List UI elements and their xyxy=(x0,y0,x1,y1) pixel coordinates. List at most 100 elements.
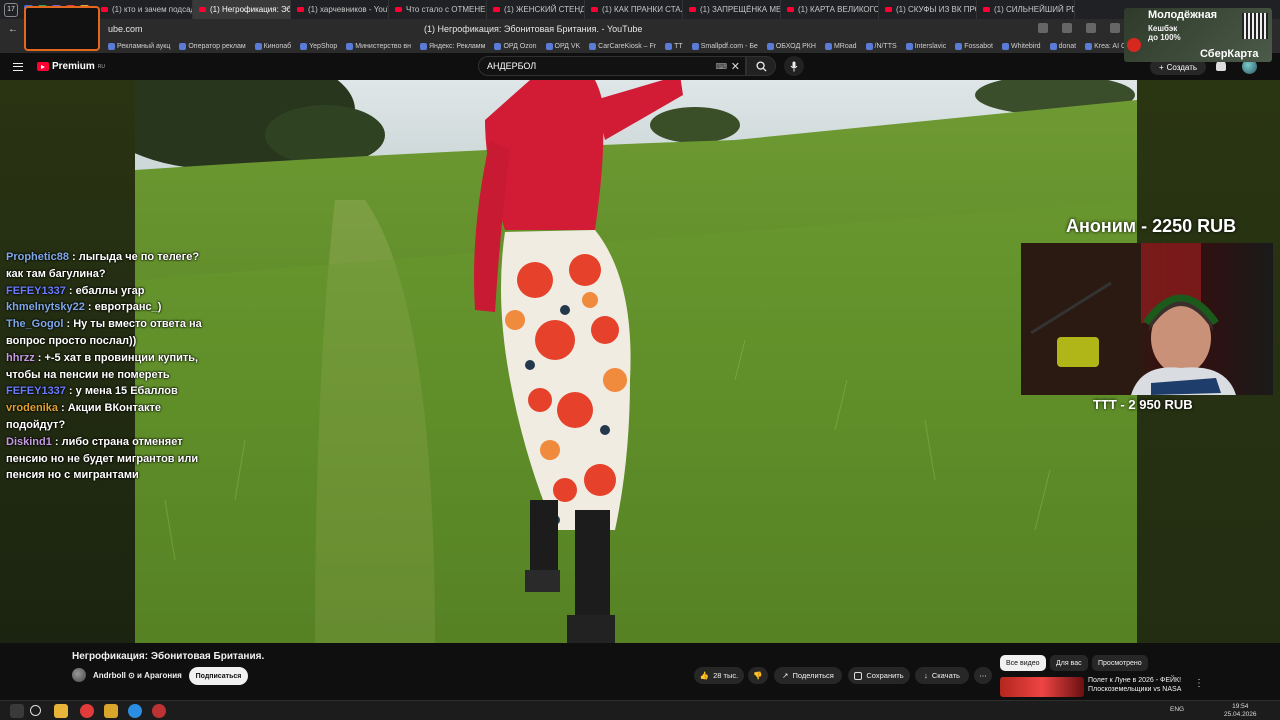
chat-username: Prophetic88 xyxy=(6,251,69,263)
bookmark-item[interactable]: ОРД VK xyxy=(545,42,580,50)
search-value: АНДЕРБОЛ xyxy=(487,61,537,71)
app-icon[interactable] xyxy=(104,704,118,718)
url-field[interactable]: ube.com xyxy=(108,24,143,34)
telegram-icon[interactable] xyxy=(128,704,142,718)
recommendation-title[interactable]: Полет к Луне в 2026 - ФЕЙК! Плоскоземель… xyxy=(1088,676,1188,694)
browser-tab-strip: 17 (1) кто и зачем подсадил×(1) Негрофик… xyxy=(0,0,1280,19)
yandex-browser-icon[interactable] xyxy=(80,704,94,718)
bookmark-label: Interslavic xyxy=(914,42,947,50)
bookmark-label: Рекламный аукц xyxy=(117,42,171,50)
browser-toolbar-icons xyxy=(1038,23,1120,33)
channel-name[interactable]: Andrboll ⊙ и Арагония xyxy=(93,671,182,680)
clock-time: 19:54 xyxy=(1232,703,1249,710)
voice-search-button[interactable] xyxy=(784,56,804,76)
browser-tab[interactable]: (1) ЖЕНСКИЙ СТЕНДАП× xyxy=(487,0,585,19)
extension-icon[interactable] xyxy=(1086,23,1096,33)
channel-avatar[interactable] xyxy=(72,668,86,682)
bookmark-label: Кинопаб xyxy=(263,42,292,50)
extension-icon[interactable] xyxy=(1110,23,1120,33)
search-input[interactable]: АНДЕРБОЛ ⌨ ✕ xyxy=(478,56,746,76)
video-player[interactable] xyxy=(135,80,1137,643)
bookmark-item[interactable]: /N/TTS xyxy=(865,42,897,50)
create-label: Создать xyxy=(1166,62,1198,72)
bookmark-item[interactable]: TT xyxy=(665,42,683,50)
save-label: Сохранить xyxy=(866,671,904,680)
browser-tab[interactable]: Что стало с ОТМЕНЕН× xyxy=(389,0,487,19)
webcam-frame xyxy=(1021,243,1236,395)
bookmark-item[interactable]: Fossabot xyxy=(955,42,993,50)
bookmark-item[interactable]: ОРД Ozon xyxy=(494,42,537,50)
bookmark-item[interactable]: Рекламный аукц xyxy=(108,42,171,50)
download-button[interactable]: ↓ Скачать xyxy=(915,667,969,684)
bookmark-item[interactable]: donat xyxy=(1049,42,1076,50)
thumbs-down-icon: 👎 xyxy=(753,671,763,680)
browser-tab[interactable]: (1) ЗАПРЕЩЁНКА МЕСС× xyxy=(683,0,781,19)
clear-search-icon[interactable]: ✕ xyxy=(731,60,740,73)
browser-tab[interactable]: (1) КАК ПРАНКИ СТАЛИ× xyxy=(585,0,683,19)
bookmark-favicon-icon xyxy=(1049,42,1057,50)
tab-counter[interactable]: 17 xyxy=(4,2,18,17)
bookmark-item[interactable]: Whitebird xyxy=(1002,42,1041,50)
tray-language[interactable]: ENG xyxy=(1170,706,1184,713)
chip-watched[interactable]: Просмотрено xyxy=(1092,655,1148,671)
recommendation-menu-icon[interactable]: ⋮ xyxy=(1194,678,1204,689)
bookmark-item[interactable]: ОБХОД РКН xyxy=(766,42,816,50)
recommendation-thumbnail[interactable] xyxy=(1000,677,1084,697)
obs-icon[interactable] xyxy=(152,704,166,718)
browser-tab[interactable]: (1) КАРТА ВЕЛИКОГО П× xyxy=(781,0,879,19)
dislike-button[interactable]: 👎 xyxy=(748,667,768,684)
ad-line: Кешбэк xyxy=(1148,24,1178,33)
bookmark-label: Smallpdf.com - Бе xyxy=(700,42,758,50)
like-button[interactable]: 👍 28 тыс. xyxy=(694,667,744,684)
file-explorer-icon[interactable] xyxy=(54,704,68,718)
streamer-webcam xyxy=(1021,243,1273,395)
browser-tab[interactable]: (1) харчевников - YouTub× xyxy=(291,0,389,19)
search-button[interactable] xyxy=(746,56,776,76)
bookmark-favicon-icon xyxy=(905,42,913,50)
keyboard-icon[interactable]: ⌨ xyxy=(715,62,727,71)
chat-text: у мена 15 Еба​ллов xyxy=(75,385,178,398)
browser-tab[interactable]: (1) кто и зачем подсадил× xyxy=(95,0,193,19)
bookmark-item[interactable]: YepShop xyxy=(300,42,337,50)
browser-tab[interactable]: (1) СКУФЫ ИЗ ВК ПРОБ× xyxy=(879,0,977,19)
share-button[interactable]: ↗ Поделиться xyxy=(774,667,842,684)
bookmark-favicon-icon xyxy=(254,42,262,50)
menu-icon[interactable] xyxy=(13,62,23,71)
chip-all-videos[interactable]: Все видео xyxy=(1000,655,1046,671)
bookmark-favicon-icon xyxy=(691,42,699,50)
bookmark-item[interactable]: Министерство вн xyxy=(346,42,411,50)
clock[interactable]: 19:54 25.04.2026 xyxy=(1224,703,1257,719)
qr-code-icon xyxy=(1242,13,1268,39)
bookmark-item[interactable]: Кинопаб xyxy=(254,42,292,50)
save-icon xyxy=(854,671,863,680)
youtube-favicon-icon xyxy=(885,7,892,12)
chip-for-you[interactable]: Для вас xyxy=(1050,655,1088,671)
bookmark-icon[interactable] xyxy=(1038,23,1048,33)
chat-username: vrodenika xyxy=(6,402,58,415)
bookmark-item[interactable]: Interslavic xyxy=(905,42,947,50)
bookmark-item[interactable]: Smallpdf.com - Бе xyxy=(691,42,758,50)
bookmark-favicon-icon xyxy=(766,42,774,50)
tab-label: (1) СКУФЫ ИЗ ВК ПРОБ xyxy=(896,5,976,14)
tab-label: (1) ЗАПРЕЩЁНКА МЕСС xyxy=(700,5,781,14)
youtube-play-icon xyxy=(37,62,49,71)
save-button[interactable]: Сохранить xyxy=(848,667,910,684)
chat-username: Diskind1 xyxy=(6,435,52,448)
bookmark-item[interactable]: Яндекс: Рекламм xyxy=(420,42,485,50)
bookmark-item[interactable]: Оператор реклам xyxy=(179,42,246,50)
tab-label: (1) Негрофикация: Эб xyxy=(210,5,291,14)
bookmark-item[interactable]: CarCareKiosk – Fr xyxy=(589,42,656,50)
more-actions-button[interactable]: ⋯ xyxy=(974,667,992,684)
browser-tab[interactable]: (1) Негрофикация: Эб× xyxy=(193,0,291,19)
back-arrow-icon[interactable]: ← xyxy=(8,24,18,35)
browser-tab[interactable]: (1) СИЛЬНЕЙШИЙ PDF× xyxy=(977,0,1075,19)
subscribe-button[interactable]: Подписаться xyxy=(189,667,248,685)
start-windows-icon[interactable] xyxy=(10,704,24,718)
video-frame xyxy=(135,80,1137,643)
youtube-logo[interactable]: Premium RU xyxy=(37,61,105,72)
tab-list: (1) кто и зачем подсадил×(1) Негрофикаци… xyxy=(95,0,1280,19)
bookmark-item[interactable]: MRoad xyxy=(824,42,857,50)
extension-icon[interactable] xyxy=(1062,23,1072,33)
search-icon[interactable] xyxy=(30,705,41,716)
chat-username: FEFEY1337 xyxy=(6,284,66,297)
